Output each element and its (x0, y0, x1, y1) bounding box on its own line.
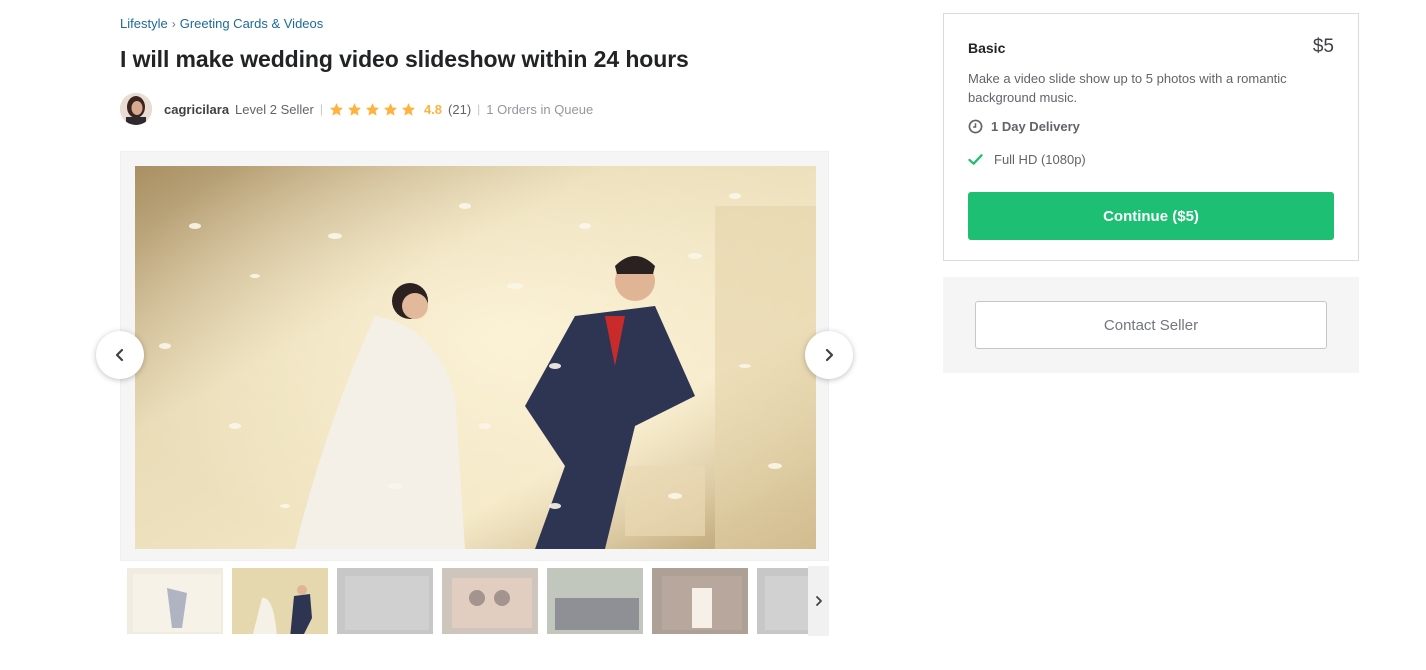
gallery-main-image[interactable] (135, 166, 816, 549)
continue-button[interactable]: Continue ($5) (968, 192, 1334, 240)
star-icon (365, 102, 380, 116)
seller-overview: cagricilara Level 2 Seller | 4.8 (21) | … (120, 93, 593, 125)
check-icon (968, 154, 983, 165)
gig-gallery (120, 151, 829, 561)
gallery-thumbnail[interactable] (545, 566, 645, 636)
package-name: Basic (968, 40, 1006, 56)
chevron-left-icon (115, 348, 124, 362)
contact-seller-button[interactable]: Contact Seller (975, 301, 1327, 349)
breadcrumb-lifestyle[interactable]: Lifestyle (120, 16, 168, 31)
star-icon (329, 102, 344, 116)
star-icon (347, 102, 362, 116)
delivery-time: 1 Day Delivery (968, 119, 1080, 134)
star-icon (383, 102, 398, 116)
breadcrumb-separator: › (171, 16, 176, 31)
package-panel: Basic $5 Make a video slide show up to 5… (943, 13, 1359, 261)
package-price: $5 (1312, 36, 1334, 57)
seller-username[interactable]: cagricilara (164, 102, 229, 117)
gallery-next-button[interactable] (805, 331, 853, 379)
gallery-thumbnail[interactable] (440, 566, 540, 636)
clock-icon (968, 119, 983, 134)
gallery-thumbnail[interactable] (335, 566, 435, 636)
chevron-right-icon (825, 348, 834, 362)
gallery-prev-button[interactable] (96, 331, 144, 379)
rating-score: 4.8 (423, 101, 443, 117)
gallery-thumbnails (125, 566, 829, 636)
gallery-thumbnail-active[interactable] (230, 566, 330, 636)
breadcrumb: Lifestyle › Greeting Cards & Videos (120, 16, 323, 31)
thumbnails-next-button[interactable] (808, 566, 829, 636)
package-feature: Full HD (1080p) (968, 152, 1086, 167)
gallery-thumbnail[interactable] (125, 566, 225, 636)
gallery-thumbnail[interactable] (650, 566, 750, 636)
chevron-right-icon (815, 596, 822, 606)
rating-stars (329, 102, 419, 117)
contact-panel: Contact Seller (943, 277, 1359, 373)
seller-level: Level 2 Seller (235, 101, 314, 117)
package-description: Make a video slide show up to 5 photos w… (968, 71, 1287, 105)
feature-label: Full HD (1080p) (994, 152, 1086, 167)
rating-count[interactable]: (21) (448, 102, 471, 117)
breadcrumb-greeting-cards[interactable]: Greeting Cards & Videos (180, 16, 324, 31)
divider: | (477, 102, 481, 116)
star-icon (401, 102, 416, 116)
seller-avatar[interactable] (120, 93, 152, 125)
delivery-label: 1 Day Delivery (991, 119, 1080, 134)
divider: | (319, 102, 323, 116)
gig-title: I will make wedding video slideshow with… (120, 46, 689, 72)
orders-in-queue: 1 Orders in Queue (486, 101, 594, 117)
